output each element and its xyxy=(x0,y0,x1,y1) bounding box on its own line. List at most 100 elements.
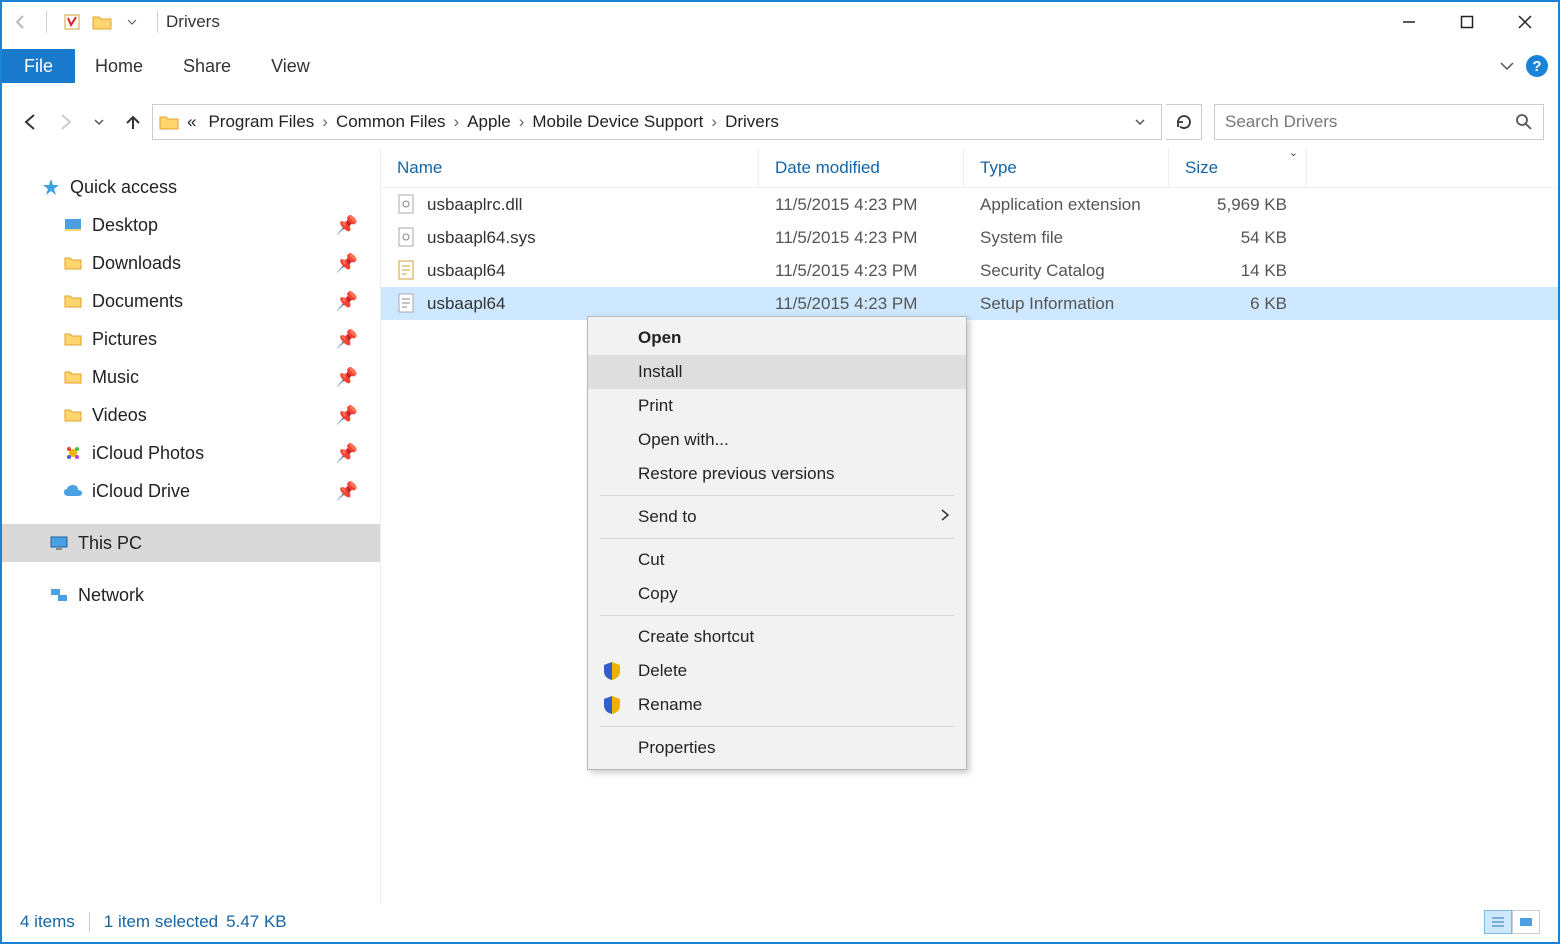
search-icon xyxy=(1515,113,1533,131)
search-input[interactable]: Search Drivers xyxy=(1214,104,1544,140)
navigation-pane: Quick access Desktop 📌 Downloads 📌 Docum… xyxy=(2,148,380,904)
context-menu-send-to[interactable]: Send to xyxy=(588,500,966,534)
context-menu-copy[interactable]: Copy xyxy=(588,577,966,611)
maximize-button[interactable] xyxy=(1438,3,1496,41)
shield-icon xyxy=(602,661,622,681)
sidebar-item-desktop[interactable]: Desktop 📌 xyxy=(2,206,380,244)
pin-icon: 📌 xyxy=(336,329,358,350)
breadcrumb[interactable]: Mobile Device Support xyxy=(528,110,707,134)
context-menu-open[interactable]: Open xyxy=(588,321,966,355)
column-size[interactable]: Size⌄ xyxy=(1169,148,1307,187)
file-icon xyxy=(397,227,417,249)
sidebar-item-documents[interactable]: Documents 📌 xyxy=(2,282,380,320)
qat-dropdown-icon[interactable] xyxy=(119,9,145,35)
pin-icon: 📌 xyxy=(336,253,358,274)
pin-icon: 📌 xyxy=(336,405,358,426)
nav-forward-button[interactable] xyxy=(50,107,80,137)
chevron-right-icon[interactable]: › xyxy=(519,112,525,132)
folder-icon xyxy=(159,114,179,130)
context-menu-open-with[interactable]: Open with... xyxy=(588,423,966,457)
file-icon xyxy=(397,194,417,216)
status-item-count: 4 items xyxy=(20,912,75,932)
sidebar-item-videos[interactable]: Videos 📌 xyxy=(2,396,380,434)
context-menu-cut[interactable]: Cut xyxy=(588,543,966,577)
sidebar-network[interactable]: Network xyxy=(2,576,380,614)
window-title: Drivers xyxy=(166,12,220,32)
context-menu-separator xyxy=(600,726,954,727)
folder-icon xyxy=(62,328,84,350)
folder-icon xyxy=(62,404,84,426)
address-dropdown-icon[interactable] xyxy=(1125,116,1155,128)
status-size: 5.47 KB xyxy=(226,912,287,932)
minimize-button[interactable] xyxy=(1380,3,1438,41)
chevron-right-icon[interactable]: › xyxy=(711,112,717,132)
sidebar-item-music[interactable]: Music 📌 xyxy=(2,358,380,396)
context-menu-delete[interactable]: Delete xyxy=(588,654,966,688)
refresh-button[interactable] xyxy=(1166,104,1202,140)
context-menu-separator xyxy=(600,495,954,496)
network-icon xyxy=(48,584,70,606)
breadcrumb[interactable]: Common Files xyxy=(332,110,450,134)
sort-caret-icon: ⌄ xyxy=(1289,146,1298,159)
qat-properties-icon[interactable] xyxy=(59,9,85,35)
close-button[interactable] xyxy=(1496,3,1554,41)
tab-share[interactable]: Share xyxy=(163,49,251,83)
chevron-right-icon xyxy=(940,507,950,527)
context-menu-separator xyxy=(600,538,954,539)
file-row[interactable]: usbaapl64 11/5/2015 4:23 PM Setup Inform… xyxy=(381,287,1558,320)
nav-back-button[interactable] xyxy=(16,107,46,137)
context-menu-shortcut[interactable]: Create shortcut xyxy=(588,620,966,654)
folder-icon xyxy=(62,366,84,388)
sidebar-item-downloads[interactable]: Downloads 📌 xyxy=(2,244,380,282)
sidebar-quick-access[interactable]: Quick access xyxy=(2,168,380,206)
pin-icon: 📌 xyxy=(336,481,358,502)
context-menu-print[interactable]: Print xyxy=(588,389,966,423)
ribbon-expand-icon[interactable] xyxy=(1494,53,1520,79)
nav-up-button[interactable] xyxy=(118,107,148,137)
file-row[interactable]: usbaapl64.sys 11/5/2015 4:23 PM System f… xyxy=(381,221,1558,254)
context-menu-properties[interactable]: Properties xyxy=(588,731,966,765)
pin-icon: 📌 xyxy=(336,367,358,388)
chevron-right-icon[interactable]: › xyxy=(322,112,328,132)
file-tab[interactable]: File xyxy=(2,49,75,83)
file-row[interactable]: usbaapl64 11/5/2015 4:23 PM Security Cat… xyxy=(381,254,1558,287)
computer-icon xyxy=(48,532,70,554)
file-icon xyxy=(397,260,417,282)
nav-recent-dropdown[interactable] xyxy=(84,107,114,137)
context-menu-separator xyxy=(600,615,954,616)
qat-back-icon[interactable] xyxy=(8,9,34,35)
sidebar-this-pc[interactable]: This PC xyxy=(2,524,380,562)
address-bar[interactable]: « Program Files› Common Files› Apple› Mo… xyxy=(152,104,1162,140)
icloud-photos-icon xyxy=(62,442,84,464)
tab-home[interactable]: Home xyxy=(75,49,163,83)
breadcrumb[interactable]: Drivers xyxy=(721,110,783,134)
view-thumbnails-button[interactable] xyxy=(1512,910,1540,934)
file-list-pane: Name Date modified Type Size⌄ usbaaplrc.… xyxy=(380,148,1558,904)
folder-icon xyxy=(62,252,84,274)
file-row[interactable]: usbaaplrc.dll 11/5/2015 4:23 PM Applicat… xyxy=(381,188,1558,221)
breadcrumb[interactable]: Apple xyxy=(463,110,514,134)
help-button[interactable]: ? xyxy=(1526,55,1548,77)
title-bar: Drivers xyxy=(2,2,1558,42)
shield-icon xyxy=(602,695,622,715)
breadcrumb[interactable]: Program Files xyxy=(204,110,318,134)
folder-icon xyxy=(62,290,84,312)
sidebar-item-icloud-photos[interactable]: iCloud Photos 📌 xyxy=(2,434,380,472)
column-name[interactable]: Name xyxy=(381,148,759,187)
sidebar-item-pictures[interactable]: Pictures 📌 xyxy=(2,320,380,358)
ribbon-tabs: File Home Share View ? xyxy=(2,42,1558,90)
view-details-button[interactable] xyxy=(1484,910,1512,934)
context-menu-restore[interactable]: Restore previous versions xyxy=(588,457,966,491)
tab-view[interactable]: View xyxy=(251,49,330,83)
context-menu-rename[interactable]: Rename xyxy=(588,688,966,722)
chevron-right-icon[interactable]: › xyxy=(454,112,460,132)
sidebar-item-icloud-drive[interactable]: iCloud Drive 📌 xyxy=(2,472,380,510)
navigation-bar: « Program Files› Common Files› Apple› Mo… xyxy=(2,96,1558,148)
breadcrumb-prefix[interactable]: « xyxy=(183,110,200,134)
context-menu-install[interactable]: Install xyxy=(588,355,966,389)
pin-icon: 📌 xyxy=(336,291,358,312)
qat-newfolder-icon[interactable] xyxy=(89,9,115,35)
column-type[interactable]: Type xyxy=(964,148,1169,187)
status-selection: 1 item selected xyxy=(104,912,218,932)
column-date[interactable]: Date modified xyxy=(759,148,964,187)
